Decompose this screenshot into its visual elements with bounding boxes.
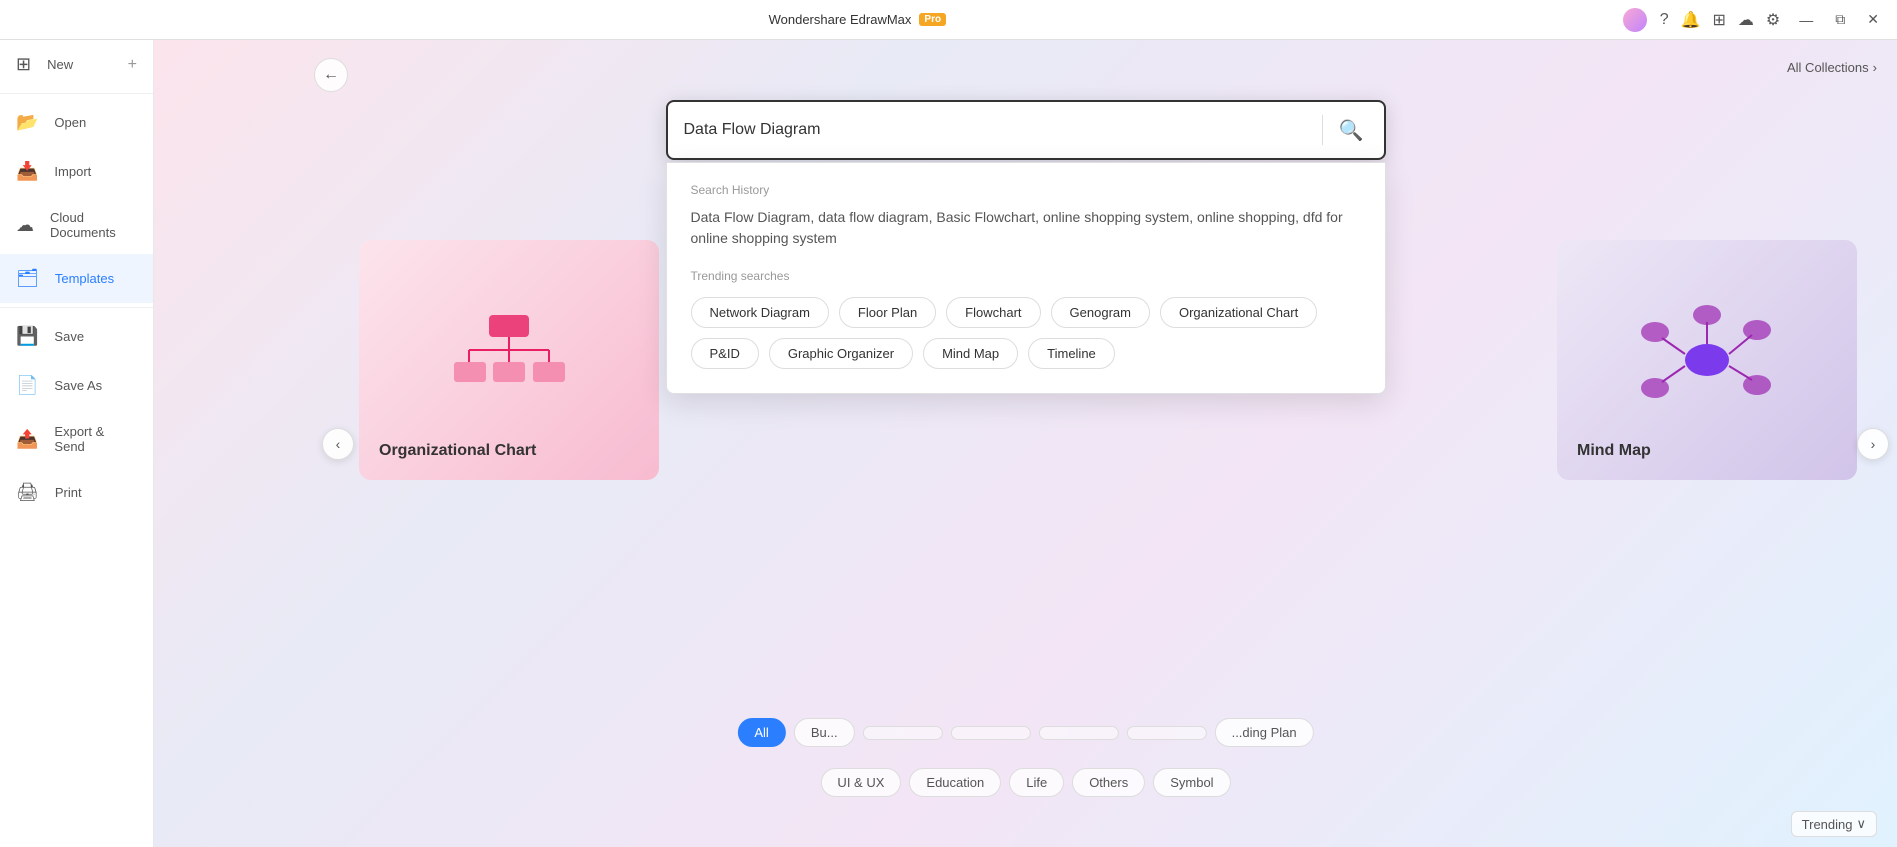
trending-tag-org-chart[interactable]: Organizational Chart <box>1160 297 1317 328</box>
trending-tag-graphic-organizer[interactable]: Graphic Organizer <box>769 338 913 369</box>
divider-2 <box>0 307 153 308</box>
sidebar-item-new[interactable]: ⊞ New + <box>0 40 153 89</box>
trending-sort-arrow: ∨ <box>1856 816 1866 832</box>
print-icon: 🖨 <box>16 482 39 503</box>
all-collections-link[interactable]: All Collections › <box>1787 60 1877 75</box>
search-dropdown: Search History Data Flow Diagram, data f… <box>666 162 1386 394</box>
trending-tag-timeline[interactable]: Timeline <box>1028 338 1115 369</box>
filter-row-1: All Bu... ...ding Plan <box>737 718 1313 747</box>
notification-icon[interactable]: 🔔 <box>1678 7 1704 33</box>
org-chart-title: Organizational Chart <box>379 442 536 460</box>
sidebar-save-label: Save <box>54 329 84 344</box>
filter-all[interactable]: All <box>737 718 785 747</box>
sidebar-item-export[interactable]: 📤 Export & Send <box>0 410 153 468</box>
filter-trading-plan[interactable]: ...ding Plan <box>1215 718 1314 747</box>
cloud-docs-icon: ☁ <box>16 215 34 236</box>
app-title: Wondershare EdrawMax <box>769 12 912 27</box>
back-button[interactable]: ← <box>314 58 348 92</box>
search-button[interactable]: 🔍 <box>1335 114 1368 147</box>
trending-tag-flowchart[interactable]: Flowchart <box>946 297 1040 328</box>
filter-blank1[interactable] <box>863 726 943 740</box>
filter-row-2: UI & UX Education Life Others Symbol <box>820 768 1230 797</box>
pro-badge: Pro <box>919 13 946 26</box>
templates-icon: 🗂 <box>16 268 39 289</box>
filter-symbol[interactable]: Symbol <box>1153 768 1230 797</box>
export-icon: 📤 <box>16 429 38 450</box>
cloud-icon[interactable]: ☁ <box>1735 7 1757 33</box>
filter-others[interactable]: Others <box>1072 768 1145 797</box>
trending-tag-network-diagram[interactable]: Network Diagram <box>691 297 829 328</box>
saveas-icon: 📄 <box>16 375 38 396</box>
trending-sort-label: Trending <box>1802 817 1853 832</box>
sidebar-templates-label: Templates <box>55 271 114 286</box>
trending-tag-pid[interactable]: P&ID <box>691 338 759 369</box>
maximize-button[interactable]: ⧉ <box>1829 9 1851 30</box>
trending-sort[interactable]: Trending ∨ <box>1791 811 1877 837</box>
filter-life[interactable]: Life <box>1009 768 1064 797</box>
help-icon[interactable]: ? <box>1657 8 1672 32</box>
all-collections-arrow: › <box>1873 60 1877 75</box>
search-container: 🔍 Search History Data Flow Diagram, data… <box>666 100 1386 160</box>
all-collections-label: All Collections <box>1787 60 1869 75</box>
trending-tags: Network Diagram Floor Plan Flowchart Gen… <box>691 297 1361 369</box>
org-chart-preview <box>449 310 569 410</box>
filter-blank2[interactable] <box>951 726 1031 740</box>
filter-ui-ux[interactable]: UI & UX <box>820 768 901 797</box>
apps-icon[interactable]: ⊞ <box>1710 7 1729 33</box>
sidebar-item-saveas[interactable]: 📄 Save As <box>0 361 153 410</box>
save-icon: 💾 <box>16 326 38 347</box>
sidebar-export-label: Export & Send <box>54 424 137 454</box>
sidebar-item-cloud[interactable]: ☁ Cloud Documents <box>0 196 153 254</box>
carousel-prev-button[interactable]: ‹ <box>322 428 354 460</box>
main-layout: ⊞ New + 📂 Open 📥 Import ☁ Cloud Document… <box>0 40 1897 847</box>
close-button[interactable]: ✕ <box>1861 9 1885 30</box>
filter-blank3[interactable] <box>1039 726 1119 740</box>
title-bar-center: Wondershare EdrawMax Pro <box>769 12 947 27</box>
sidebar-print-label: Print <box>55 485 82 500</box>
sidebar-item-save[interactable]: 💾 Save <box>0 312 153 361</box>
sidebar-item-templates[interactable]: 🗂 Templates <box>0 254 153 303</box>
mind-map-preview <box>1637 300 1777 420</box>
title-bar-right: ? 🔔 ⊞ ☁ ⚙ — ⧉ ✕ <box>1623 7 1885 33</box>
search-box: 🔍 <box>666 100 1386 160</box>
sidebar-item-print[interactable]: 🖨 Print <box>0 468 153 517</box>
toolbar-icons: ? 🔔 ⊞ ☁ ⚙ <box>1657 7 1784 33</box>
sidebar-cloud-label: Cloud Documents <box>50 210 137 240</box>
sidebar-new-label: New <box>47 57 73 72</box>
filter-business[interactable]: Bu... <box>794 718 855 747</box>
title-bar: Wondershare EdrawMax Pro ? 🔔 ⊞ ☁ ⚙ — ⧉ ✕ <box>0 0 1897 40</box>
search-input[interactable] <box>684 121 1310 139</box>
trending-label: Trending searches <box>691 269 1361 283</box>
settings-icon[interactable]: ⚙ <box>1763 7 1783 33</box>
trending-tag-floor-plan[interactable]: Floor Plan <box>839 297 936 328</box>
sidebar-import-label: Import <box>54 164 91 179</box>
sidebar-item-import[interactable]: 📥 Import <box>0 147 153 196</box>
mind-map-title: Mind Map <box>1577 442 1651 460</box>
trending-tag-mind-map[interactable]: Mind Map <box>923 338 1018 369</box>
carousel-next-button[interactable]: › <box>1857 428 1889 460</box>
trending-tag-genogram[interactable]: Genogram <box>1051 297 1150 328</box>
import-icon: 📥 <box>16 161 38 182</box>
new-plus-icon: + <box>128 56 137 74</box>
divider-1 <box>0 93 153 94</box>
filter-education[interactable]: Education <box>909 768 1001 797</box>
minimize-button[interactable]: — <box>1793 10 1819 30</box>
avatar <box>1623 8 1647 32</box>
filter-blank4[interactable] <box>1127 726 1207 740</box>
template-card-mind-map[interactable]: Mind Map <box>1557 240 1857 480</box>
new-icon: ⊞ <box>16 54 31 75</box>
sidebar-open-label: Open <box>54 115 86 130</box>
sidebar-item-open[interactable]: 📂 Open <box>0 98 153 147</box>
sidebar-saveas-label: Save As <box>54 378 102 393</box>
open-icon: 📂 <box>16 112 38 133</box>
sidebar: ⊞ New + 📂 Open 📥 Import ☁ Cloud Document… <box>0 40 154 847</box>
template-card-org-chart[interactable]: Organizational Chart <box>359 240 659 480</box>
search-history-label: Search History <box>691 183 1361 197</box>
search-history-text[interactable]: Data Flow Diagram, data flow diagram, Ba… <box>691 207 1361 249</box>
content-area: ← All Collections › <box>154 40 1897 847</box>
